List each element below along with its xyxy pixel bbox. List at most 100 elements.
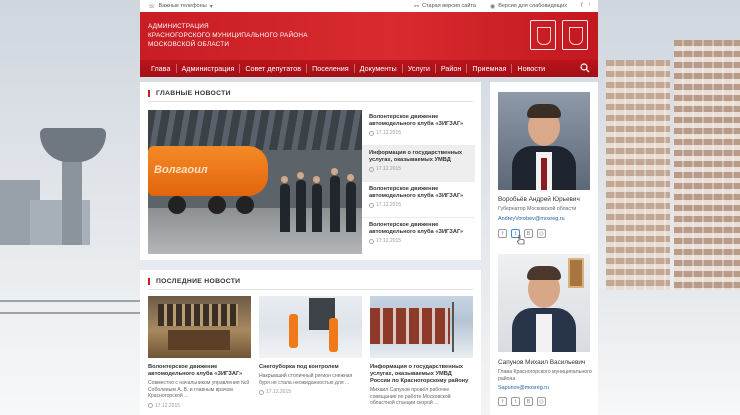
site-header: Администрация Красногорского муниципальн… — [140, 12, 598, 60]
main-navigation: Главa Администрация Совет депутатов Посе… — [140, 60, 598, 77]
nav-item-settlements[interactable]: Поселения — [307, 64, 355, 73]
latest-news-cards: Волонтерское движение автомодельного клу… — [148, 296, 475, 409]
news-item-date-row: 17.12.2015 — [369, 238, 468, 244]
eye-icon: ◉ — [489, 3, 496, 10]
news-card-excerpt: Совместно с начальником управления №9 Со… — [148, 380, 250, 400]
background-tower-block — [674, 40, 740, 310]
nav-item-reception[interactable]: Приемная — [467, 64, 513, 73]
latest-news-card[interactable]: Волонтерское движение автомодельного клу… — [148, 296, 251, 409]
background-snow — [0, 245, 140, 415]
hero-tanker-truck: Волгаоил — [148, 146, 268, 196]
background-tower-top — [40, 128, 106, 162]
officials-sidebar: Воробьёв Андрей Юрьевич Губернатор Моско… — [490, 82, 598, 415]
background-left-scenery — [0, 0, 140, 415]
news-card-title[interactable]: Снегоуборка под контролем — [259, 364, 362, 371]
news-item-date: 17.12.2015 — [376, 238, 402, 244]
news-item-title: Волонтерское движение автомодельного клу… — [369, 186, 464, 199]
main-news-panel: ГЛАВНЫЕ НОВОСТИ Волгаоил Волонтерское дв… — [140, 82, 481, 260]
facebook-icon[interactable]: f — [581, 3, 583, 9]
hero-truck-lettering: Волгаоил — [154, 164, 208, 176]
low-vision-link[interactable]: ◉ Версия для слабовидящих — [490, 3, 567, 10]
latest-news-heading: ПОСЛЕДНИЕ НОВОСТИ — [148, 278, 240, 285]
old-version-link[interactable]: ⚯ Старая версия сайта — [414, 3, 476, 10]
district-head-name: Сапунов Михаил Васильевич — [498, 359, 586, 366]
news-item-date-row: 17.12.2015 — [369, 202, 468, 208]
twitter-icon[interactable]: ᵗ — [589, 3, 590, 9]
main-news-item[interactable]: Волонтерское движение автомодельного клу… — [362, 110, 475, 146]
twitter-icon[interactable]: t — [511, 397, 520, 406]
district-head-role: Глава Красногорского муниципального райо… — [498, 369, 592, 382]
instagram-icon[interactable]: ◎ — [537, 229, 546, 238]
district-head-email-link[interactable]: Sapunov@mosreg.ru — [498, 385, 549, 391]
latest-news-card[interactable]: Информация о государственных услугах, ок… — [370, 296, 473, 409]
background-tower-block — [606, 60, 670, 310]
portrait-frame — [568, 258, 584, 288]
news-card-image[interactable] — [370, 296, 473, 358]
district-head-photo[interactable] — [498, 254, 590, 352]
nav-item-district[interactable]: Район — [436, 64, 468, 73]
main-content: ГЛАВНЫЕ НОВОСТИ Волгаоил Волонтерское дв… — [140, 82, 485, 415]
news-item-date-row: 17.12.2015 — [369, 166, 468, 172]
clock-icon — [369, 130, 374, 136]
news-card-date: 17.12.2015 — [266, 389, 292, 396]
nav-item-services[interactable]: Услуги — [403, 64, 436, 73]
important-phones-label: Важные телефоны — [158, 3, 207, 9]
site-title-line: Московской области — [148, 41, 230, 48]
news-item-title: Информация о государственных услугах, ок… — [369, 150, 463, 163]
news-item-date: 17.12.2015 — [376, 166, 402, 172]
news-card-date-row: 17.12.2015 — [259, 389, 362, 395]
site-title-line: Красногорского муниципального района — [148, 32, 308, 39]
main-news-item[interactable]: Волонтерское движение автомодельного клу… — [362, 218, 475, 254]
nav-item-documents[interactable]: Документы — [355, 64, 403, 73]
news-card-title[interactable]: Информация о государственных услугах, ок… — [370, 364, 473, 385]
main-news-heading: ГЛАВНЫЕ НОВОСТИ — [148, 90, 231, 97]
facebook-icon[interactable]: f — [498, 397, 507, 406]
clock-icon — [148, 403, 153, 409]
facebook-icon[interactable]: f — [498, 229, 507, 238]
news-card-excerpt: Накрывший столичный регион снежная буря … — [259, 373, 353, 386]
old-version-label: Старая версия сайта — [422, 3, 476, 9]
nav-item-administration[interactable]: Администрация — [177, 64, 241, 73]
main-news-list: Волонтерское движение автомодельного клу… — [362, 110, 475, 254]
background-bridge — [0, 300, 140, 314]
news-card-image[interactable] — [148, 296, 251, 358]
nav-item-home[interactable]: Главa — [146, 64, 177, 73]
clock-icon — [369, 202, 374, 208]
news-item-date: 17.12.2015 — [376, 202, 402, 208]
background-right-scenery — [598, 0, 740, 415]
site-title[interactable]: Администрация Красногорского муниципальн… — [148, 22, 308, 49]
vk-icon[interactable]: В — [524, 397, 533, 406]
news-card-title[interactable]: Волонтерское движение автомодельного клу… — [148, 364, 251, 378]
site-title-line: Администрация — [148, 23, 209, 30]
district-head-social-links: f t В ◎ — [498, 397, 546, 406]
governor-role: Губернатор Московской области — [498, 206, 577, 212]
search-icon[interactable] — [580, 63, 590, 73]
news-item-date-row: 17.12.2015 — [369, 130, 468, 136]
clock-icon — [369, 238, 374, 244]
low-vision-label: Версия для слабовидящих — [498, 3, 567, 9]
instagram-icon[interactable]: ◎ — [537, 397, 546, 406]
nav-item-council[interactable]: Совет депутатов — [240, 64, 308, 73]
news-item-title: Волонтерское движение автомодельного клу… — [369, 222, 464, 235]
news-item-title: Волонтерское движение автомодельного клу… — [369, 114, 464, 127]
section-divider — [148, 101, 473, 102]
utility-bar: ☏ Важные телефоны ▾ ⚯ Старая версия сайт… — [140, 0, 598, 12]
link-icon: ⚯ — [414, 3, 420, 10]
nav-item-news[interactable]: Новости — [512, 64, 550, 73]
news-card-excerpt: Михаил Сапунов провёл рабочее совещание … — [370, 387, 451, 407]
background-tower — [62, 150, 82, 260]
news-card-date: 17.12.2015 — [155, 402, 181, 409]
main-news-item[interactable]: Волонтерское движение автомодельного клу… — [362, 182, 475, 218]
news-card-date-row: 17.12.2015 — [148, 403, 251, 409]
governor-email-link[interactable]: AndreyVorobev@mosreg.ru — [498, 216, 565, 222]
governor-photo[interactable] — [498, 92, 590, 190]
section-divider — [148, 289, 473, 290]
krasnogorsk-coat-of-arms-icon — [562, 20, 588, 50]
latest-news-card[interactable]: Снегоуборка под контролем Накрывший стол… — [259, 296, 362, 409]
main-news-item-active[interactable]: Информация о государственных услугах, ок… — [362, 146, 475, 182]
important-phones-link[interactable]: ☏ Важные телефоны ▾ — [148, 3, 213, 10]
main-news-hero-image[interactable]: Волгаоил — [148, 110, 362, 254]
latest-news-panel: ПОСЛЕДНИЕ НОВОСТИ Волонтерское движение … — [140, 270, 481, 415]
vk-icon[interactable]: В — [524, 229, 533, 238]
news-card-image[interactable] — [259, 296, 362, 358]
